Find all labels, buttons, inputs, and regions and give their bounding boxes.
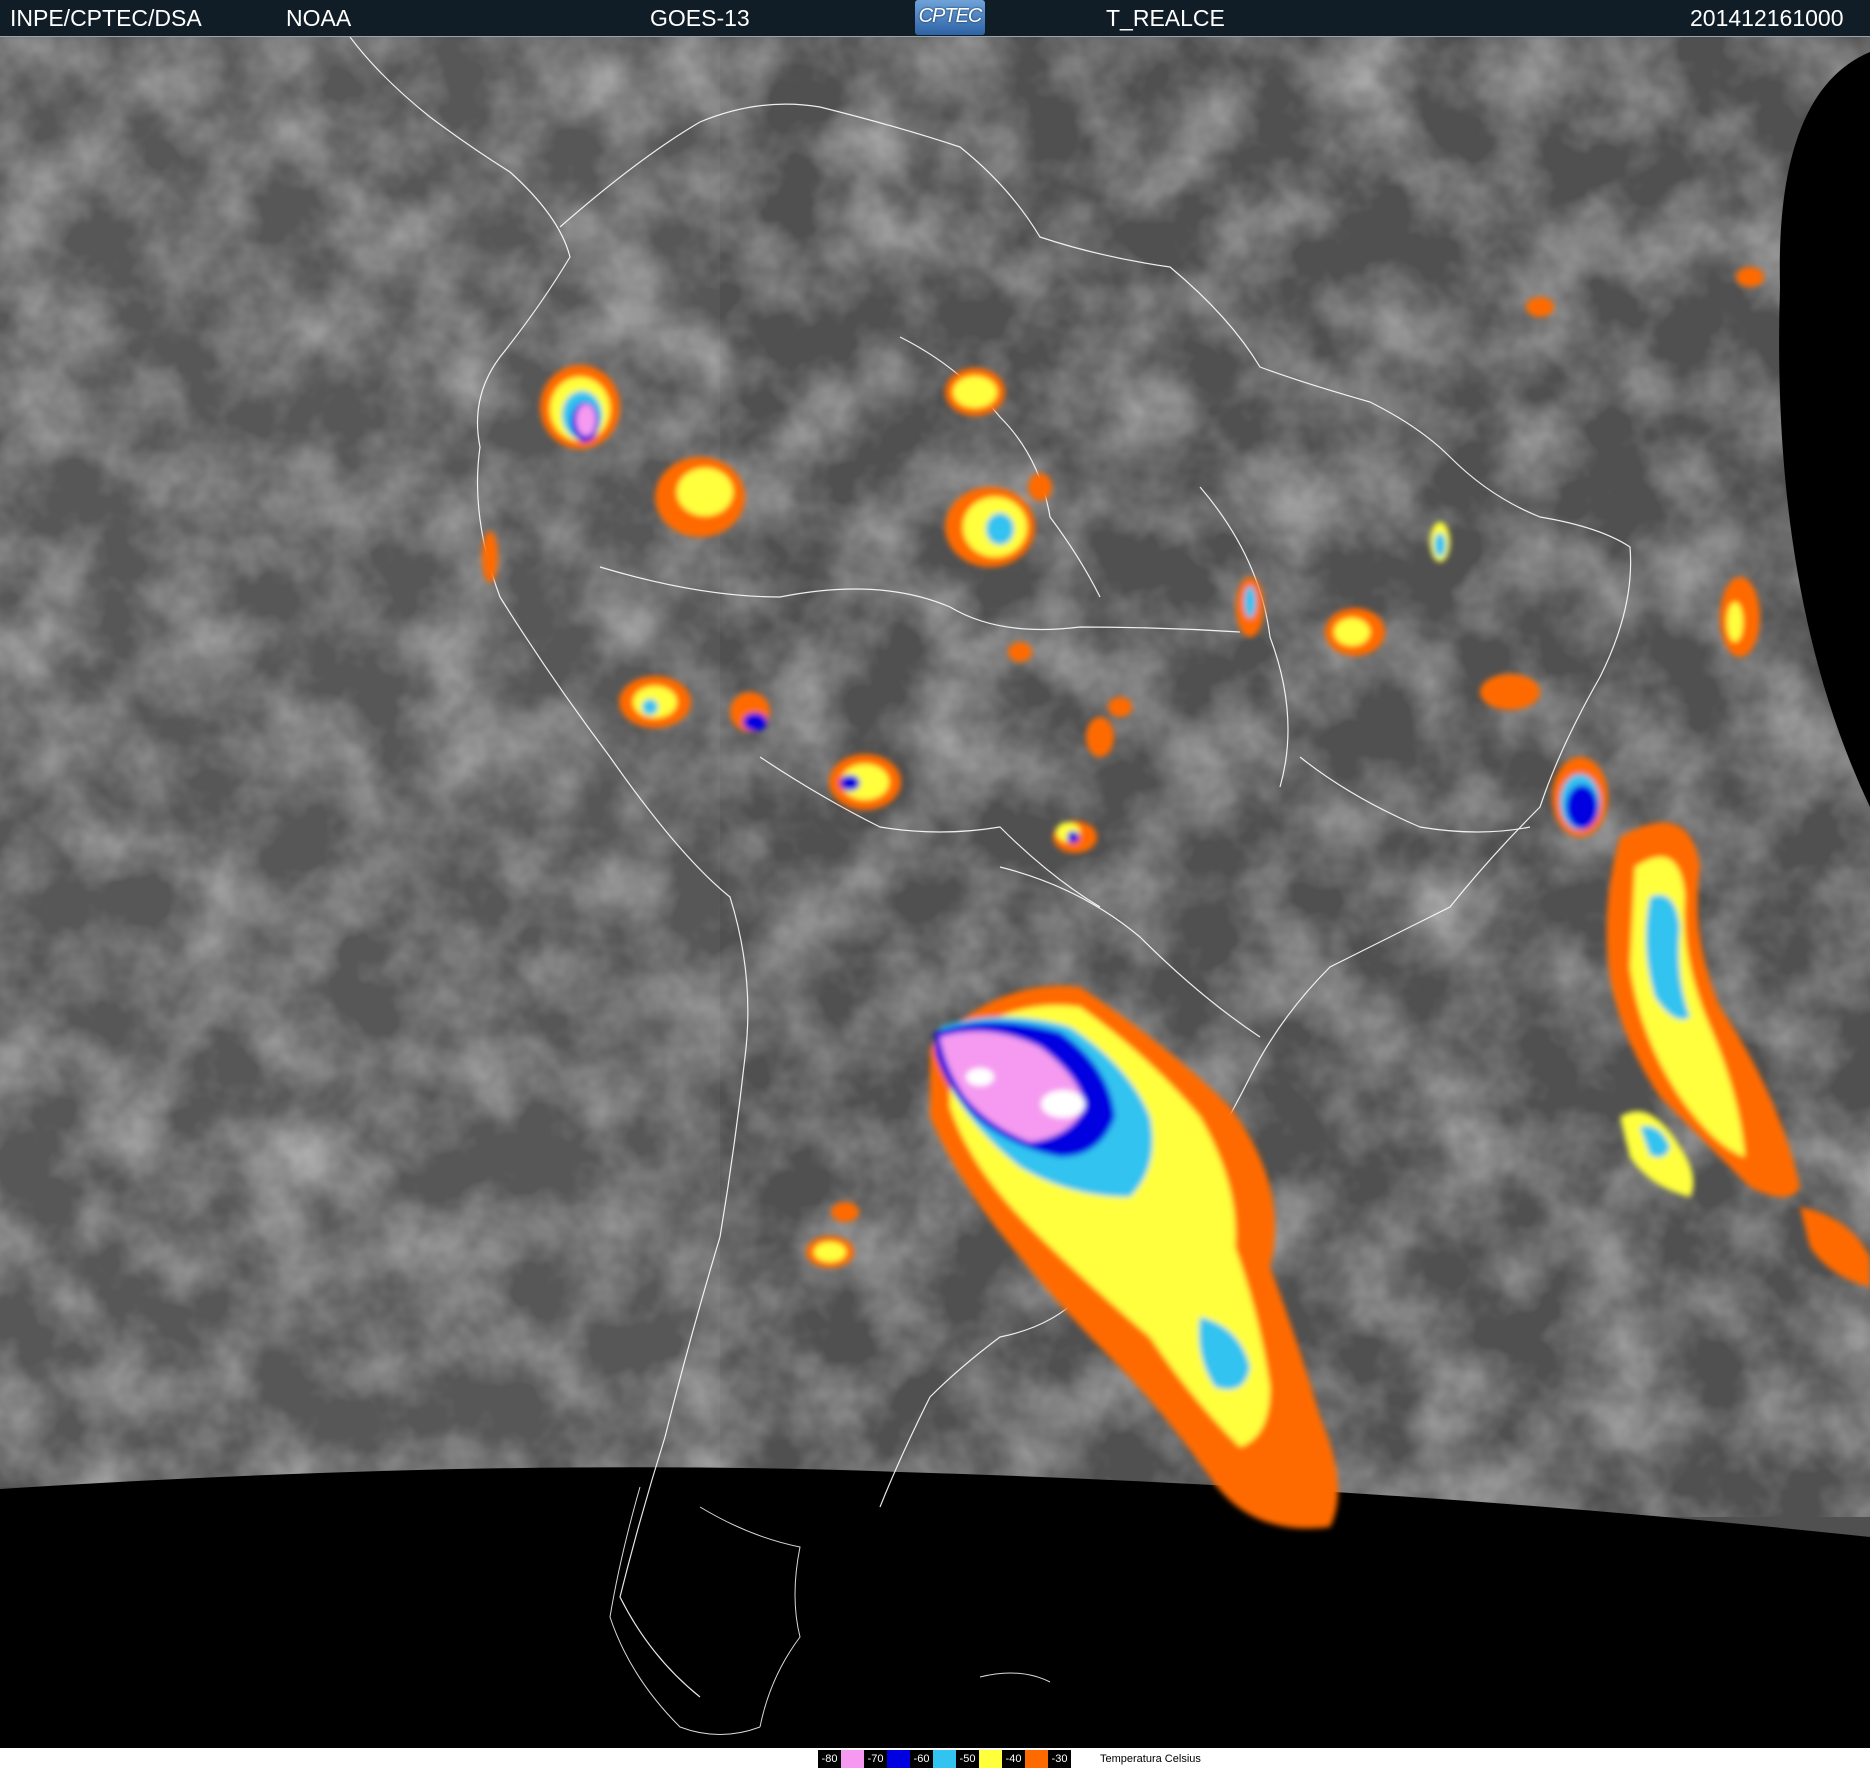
legend-swatch-80 [795,1750,818,1768]
header-bar: INPE/CPTEC/DSA NOAA GOES-13 CPTEC T_REAL… [0,0,1870,37]
header-org: INPE/CPTEC/DSA [10,5,202,31]
legend-title: Temperatura Celsius [1100,1753,1201,1765]
legend-swatch-30 [1025,1750,1048,1768]
legend-swatch-70 [841,1750,864,1768]
legend-label-50: -50 [956,1750,979,1768]
satellite-map [0,36,1870,1747]
legend-label-80: -80 [818,1750,841,1768]
header-timestamp: 201412161000 [1690,5,1844,31]
legend-label-30: -30 [1048,1750,1071,1768]
footer-legend-bar: -80 -70 -60 -50 -40 -30 Temperatura Cels… [0,1748,1870,1770]
legend-label-40: -40 [1002,1750,1025,1768]
header-agency: NOAA [286,5,352,31]
logo-text: CPTEC [918,5,983,27]
legend-label-70: -70 [864,1750,887,1768]
header-product: T_REALCE [1106,5,1225,31]
temperature-legend: -80 -70 -60 -50 -40 -30 [795,1750,1071,1768]
header-satellite: GOES-13 [650,5,750,31]
legend-swatch-40 [979,1750,1002,1768]
cptec-logo: CPTEC [915,0,985,35]
satellite-image [0,36,1870,1747]
legend-swatch-50 [933,1750,956,1768]
legend-label-60: -60 [910,1750,933,1768]
legend-swatch-60 [887,1750,910,1768]
